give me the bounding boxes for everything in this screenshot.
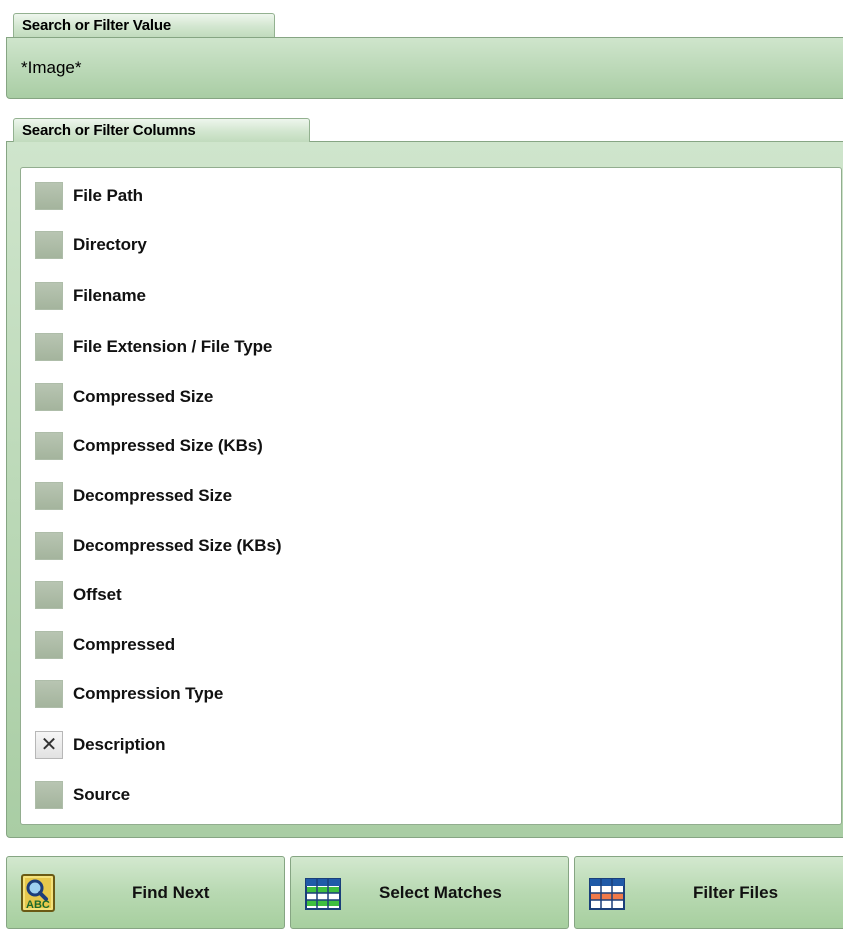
checkbox[interactable]: [35, 581, 63, 609]
column-item-decompressed-size-kbs[interactable]: Decompressed Size (KBs): [35, 531, 281, 561]
checkbox[interactable]: [35, 680, 63, 708]
column-label: Description: [73, 735, 166, 754]
checkbox[interactable]: [35, 482, 63, 510]
column-label: Filename: [73, 286, 146, 305]
tab-search-value: Search or Filter Value: [13, 13, 275, 37]
checkbox[interactable]: [35, 532, 63, 560]
column-label: File Path: [73, 186, 143, 205]
column-item-description[interactable]: ✕ Description: [35, 730, 166, 760]
svg-text:ABC: ABC: [26, 899, 50, 911]
checkbox[interactable]: [35, 781, 63, 809]
filter-files-label: Filter Files: [693, 883, 779, 902]
column-item-file-extension[interactable]: File Extension / File Type: [35, 332, 272, 362]
table-filter-icon: [589, 878, 625, 910]
checkbox[interactable]: [35, 432, 63, 460]
checkbox[interactable]: [35, 333, 63, 361]
select-matches-button[interactable]: Select Matches: [290, 856, 569, 929]
checkbox[interactable]: [35, 383, 63, 411]
column-item-compressed[interactable]: Compressed: [35, 630, 175, 660]
column-label: Decompressed Size (KBs): [73, 536, 282, 555]
column-item-directory[interactable]: Directory: [35, 230, 147, 260]
checkbox-checked[interactable]: ✕: [35, 731, 63, 759]
column-item-compression-type[interactable]: Compression Type: [35, 679, 223, 709]
column-item-source[interactable]: Source: [35, 780, 130, 810]
search-columns-panel: File Path Directory Filename File Extens…: [6, 141, 843, 838]
find-next-button[interactable]: ABC Find Next: [6, 856, 285, 929]
filter-files-button[interactable]: Filter Files: [574, 856, 843, 929]
column-item-compressed-size-kbs[interactable]: Compressed Size (KBs): [35, 431, 263, 461]
find-abc-icon: ABC: [21, 874, 55, 912]
column-label: Compression Type: [73, 684, 224, 703]
column-label: Compressed Size: [73, 387, 214, 406]
checkbox[interactable]: [35, 282, 63, 310]
column-label: Source: [73, 785, 131, 804]
column-label: Compressed Size (KBs): [73, 436, 263, 455]
checkbox[interactable]: [35, 631, 63, 659]
column-item-decompressed-size[interactable]: Decompressed Size: [35, 481, 232, 511]
table-select-icon: [305, 878, 341, 910]
checkbox[interactable]: [35, 182, 63, 210]
column-label: File Extension / File Type: [73, 337, 273, 356]
column-checkbox-list: File Path Directory Filename File Extens…: [20, 167, 842, 825]
search-value-panel: *Image*: [6, 37, 843, 99]
search-value-field[interactable]: *Image*: [21, 58, 81, 78]
column-item-file-path[interactable]: File Path: [35, 181, 143, 211]
column-label: Directory: [73, 235, 147, 254]
column-item-offset[interactable]: Offset: [35, 580, 122, 610]
column-label: Compressed: [73, 635, 175, 654]
checkbox[interactable]: [35, 231, 63, 259]
find-next-label: Find Next: [132, 883, 210, 902]
check-x-icon: ✕: [40, 734, 58, 756]
tab-search-columns: Search or Filter Columns: [13, 118, 310, 142]
column-item-compressed-size[interactable]: Compressed Size: [35, 382, 213, 412]
column-item-filename[interactable]: Filename: [35, 281, 146, 311]
column-label: Decompressed Size: [73, 486, 232, 505]
column-label: Offset: [73, 585, 122, 604]
select-matches-label: Select Matches: [379, 883, 502, 902]
